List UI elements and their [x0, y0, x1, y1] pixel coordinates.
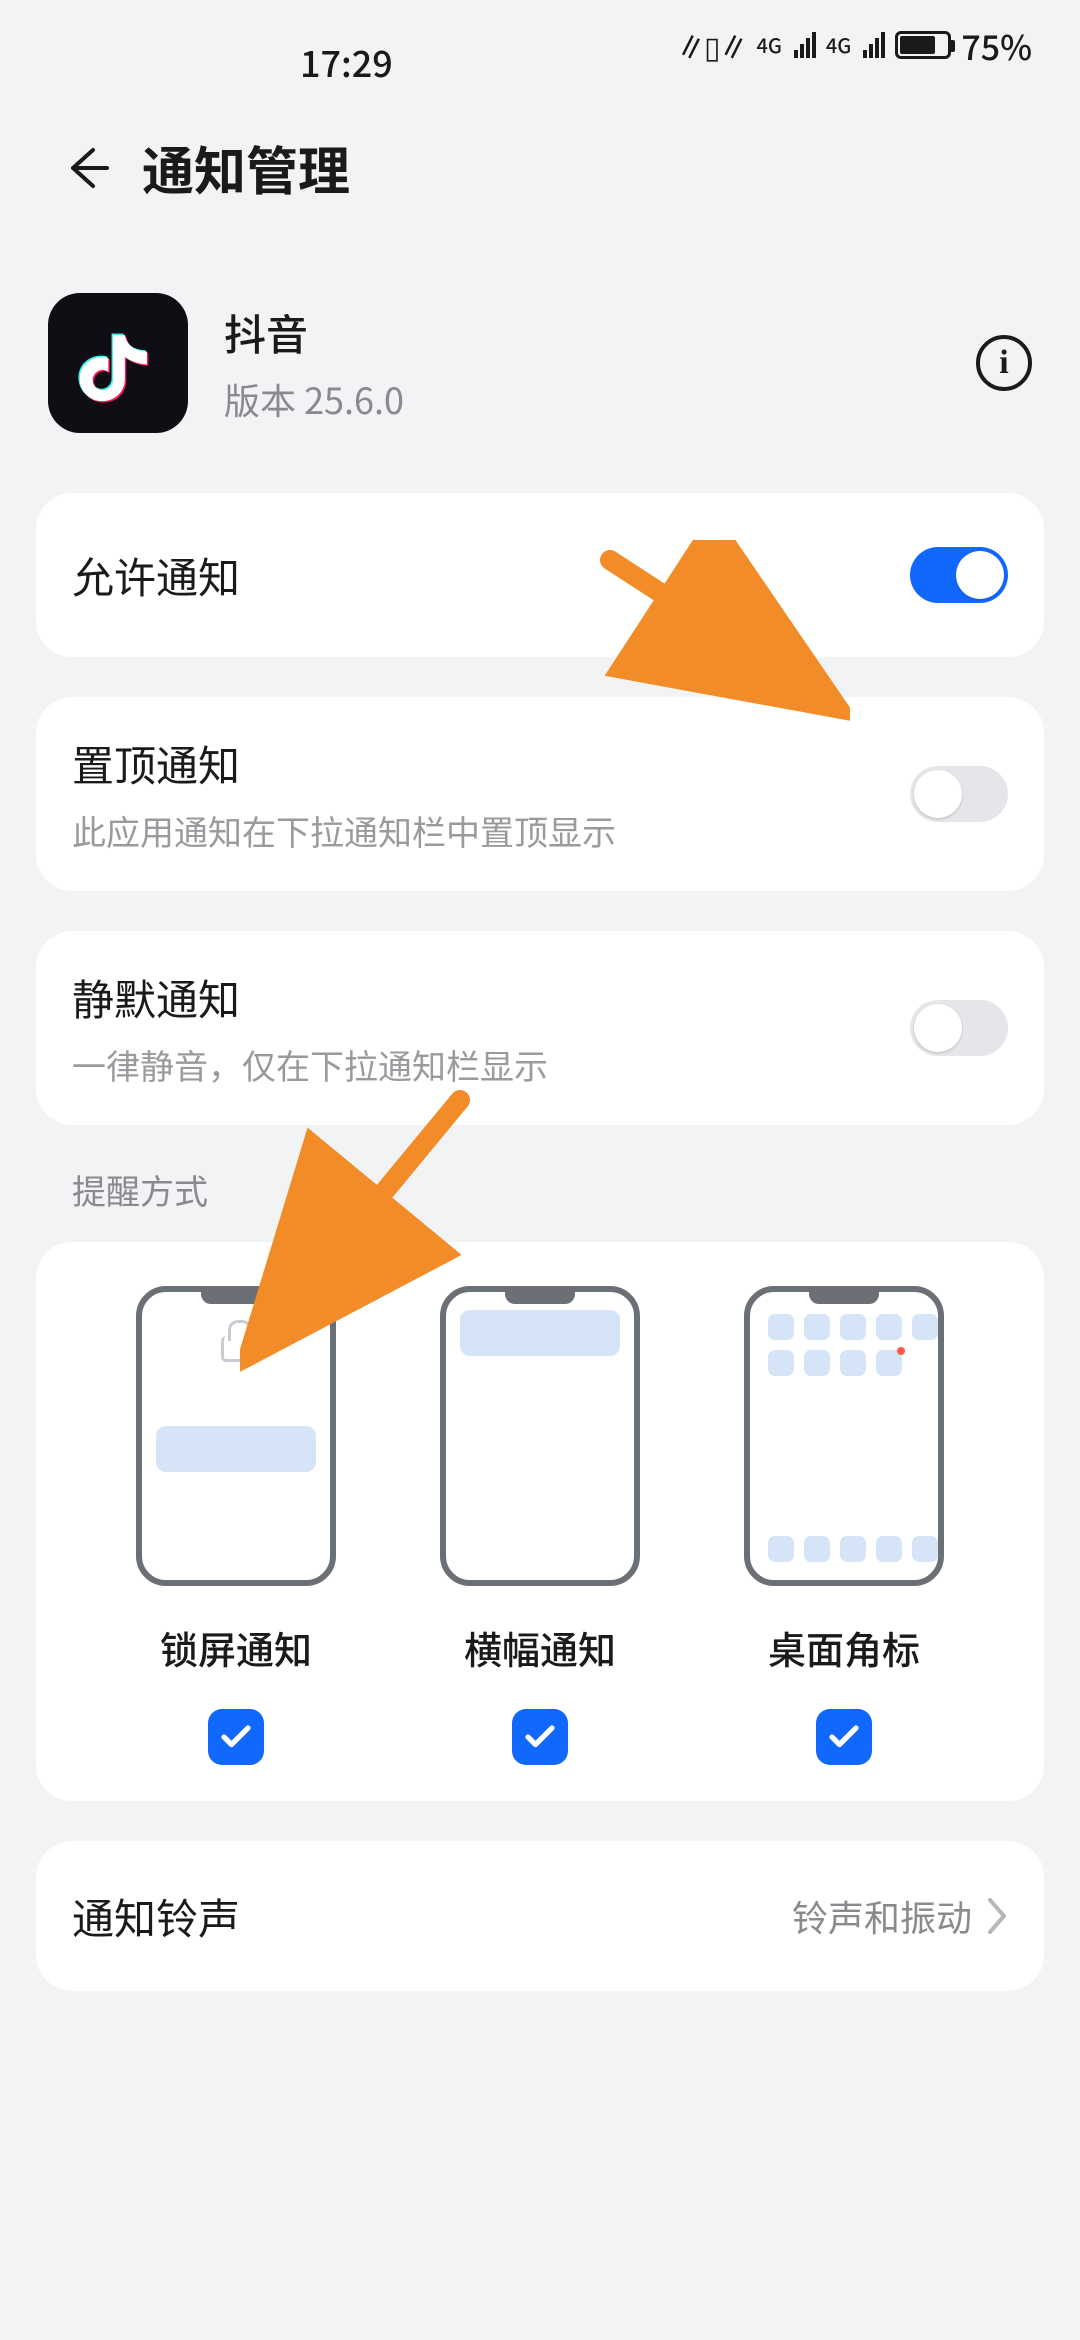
- pin-notifications-row[interactable]: 置顶通知 此应用通知在下拉通知栏中置顶显示: [72, 697, 1008, 891]
- back-button[interactable]: [60, 141, 114, 195]
- reminder-methods-label: 提醒方式: [72, 1165, 1008, 1214]
- pin-notifications-toggle[interactable]: [910, 766, 1008, 822]
- battery-percent: 75%: [961, 21, 1032, 70]
- allow-notifications-row[interactable]: 允许通知: [72, 493, 1008, 657]
- ringtone-row[interactable]: 通知铃声 铃声和振动: [72, 1841, 1008, 1991]
- silent-notifications-label: 静默通知: [72, 967, 910, 1028]
- app-name: 抖音: [224, 302, 404, 363]
- allow-notifications-label: 允许通知: [72, 545, 910, 606]
- badge-preview-icon: [744, 1286, 944, 1586]
- ringtone-label: 通知铃声: [72, 1886, 792, 1947]
- ringtone-card: 通知铃声 铃声和振动: [36, 1841, 1044, 1991]
- vibrate-icon: ∥▯∥: [676, 23, 747, 67]
- signal-2-label: 4G: [826, 35, 851, 55]
- app-info-button[interactable]: i: [976, 335, 1032, 391]
- method-lockscreen[interactable]: 锁屏通知: [96, 1286, 376, 1765]
- battery-icon: [895, 31, 951, 59]
- method-lockscreen-label: 锁屏通知: [160, 1620, 312, 1675]
- silent-notifications-row[interactable]: 静默通知 一律静音，仅在下拉通知栏显示: [72, 931, 1008, 1125]
- lockscreen-preview-icon: [136, 1286, 336, 1586]
- info-icon: i: [999, 344, 1008, 382]
- status-time: 17:29: [300, 36, 393, 88]
- method-lockscreen-checkbox[interactable]: [208, 1709, 264, 1765]
- silent-notifications-sub: 一律静音，仅在下拉通知栏显示: [72, 1040, 910, 1089]
- pin-notifications-card: 置顶通知 此应用通知在下拉通知栏中置顶显示: [36, 697, 1044, 891]
- method-badge-checkbox[interactable]: [816, 1709, 872, 1765]
- reminder-methods-card: 锁屏通知 横幅通知: [36, 1242, 1044, 1801]
- status-bar: 17:29 ∥▯∥ 4G 4G 75%: [0, 0, 1080, 90]
- douyin-icon: [72, 317, 164, 409]
- app-icon: [48, 293, 188, 433]
- check-icon: [522, 1719, 558, 1755]
- method-banner[interactable]: 横幅通知: [400, 1286, 680, 1765]
- signal-1-icon: [794, 32, 816, 58]
- check-icon: [826, 1719, 862, 1755]
- page-title: 通知管理: [142, 130, 350, 205]
- banner-preview-icon: [440, 1286, 640, 1586]
- arrow-left-icon: [63, 144, 111, 192]
- signal-2-icon: [863, 32, 885, 58]
- app-info-row: 抖音 版本 25.6.0 i: [0, 253, 1080, 493]
- method-badge[interactable]: 桌面角标: [704, 1286, 984, 1765]
- allow-notifications-toggle[interactable]: [910, 547, 1008, 603]
- header: 通知管理: [0, 90, 1080, 253]
- chevron-right-icon: [984, 1896, 1008, 1936]
- pin-notifications-sub: 此应用通知在下拉通知栏中置顶显示: [72, 806, 910, 855]
- method-banner-label: 横幅通知: [464, 1620, 616, 1675]
- silent-notifications-toggle[interactable]: [910, 1000, 1008, 1056]
- allow-notifications-card: 允许通知: [36, 493, 1044, 657]
- pin-notifications-label: 置顶通知: [72, 733, 910, 794]
- signal-1-label: 4G: [756, 35, 781, 55]
- app-version: 版本 25.6.0: [224, 373, 404, 425]
- silent-notifications-card: 静默通知 一律静音，仅在下拉通知栏显示: [36, 931, 1044, 1125]
- check-icon: [218, 1719, 254, 1755]
- method-banner-checkbox[interactable]: [512, 1709, 568, 1765]
- ringtone-value: 铃声和振动: [792, 1890, 972, 1942]
- method-badge-label: 桌面角标: [768, 1620, 920, 1675]
